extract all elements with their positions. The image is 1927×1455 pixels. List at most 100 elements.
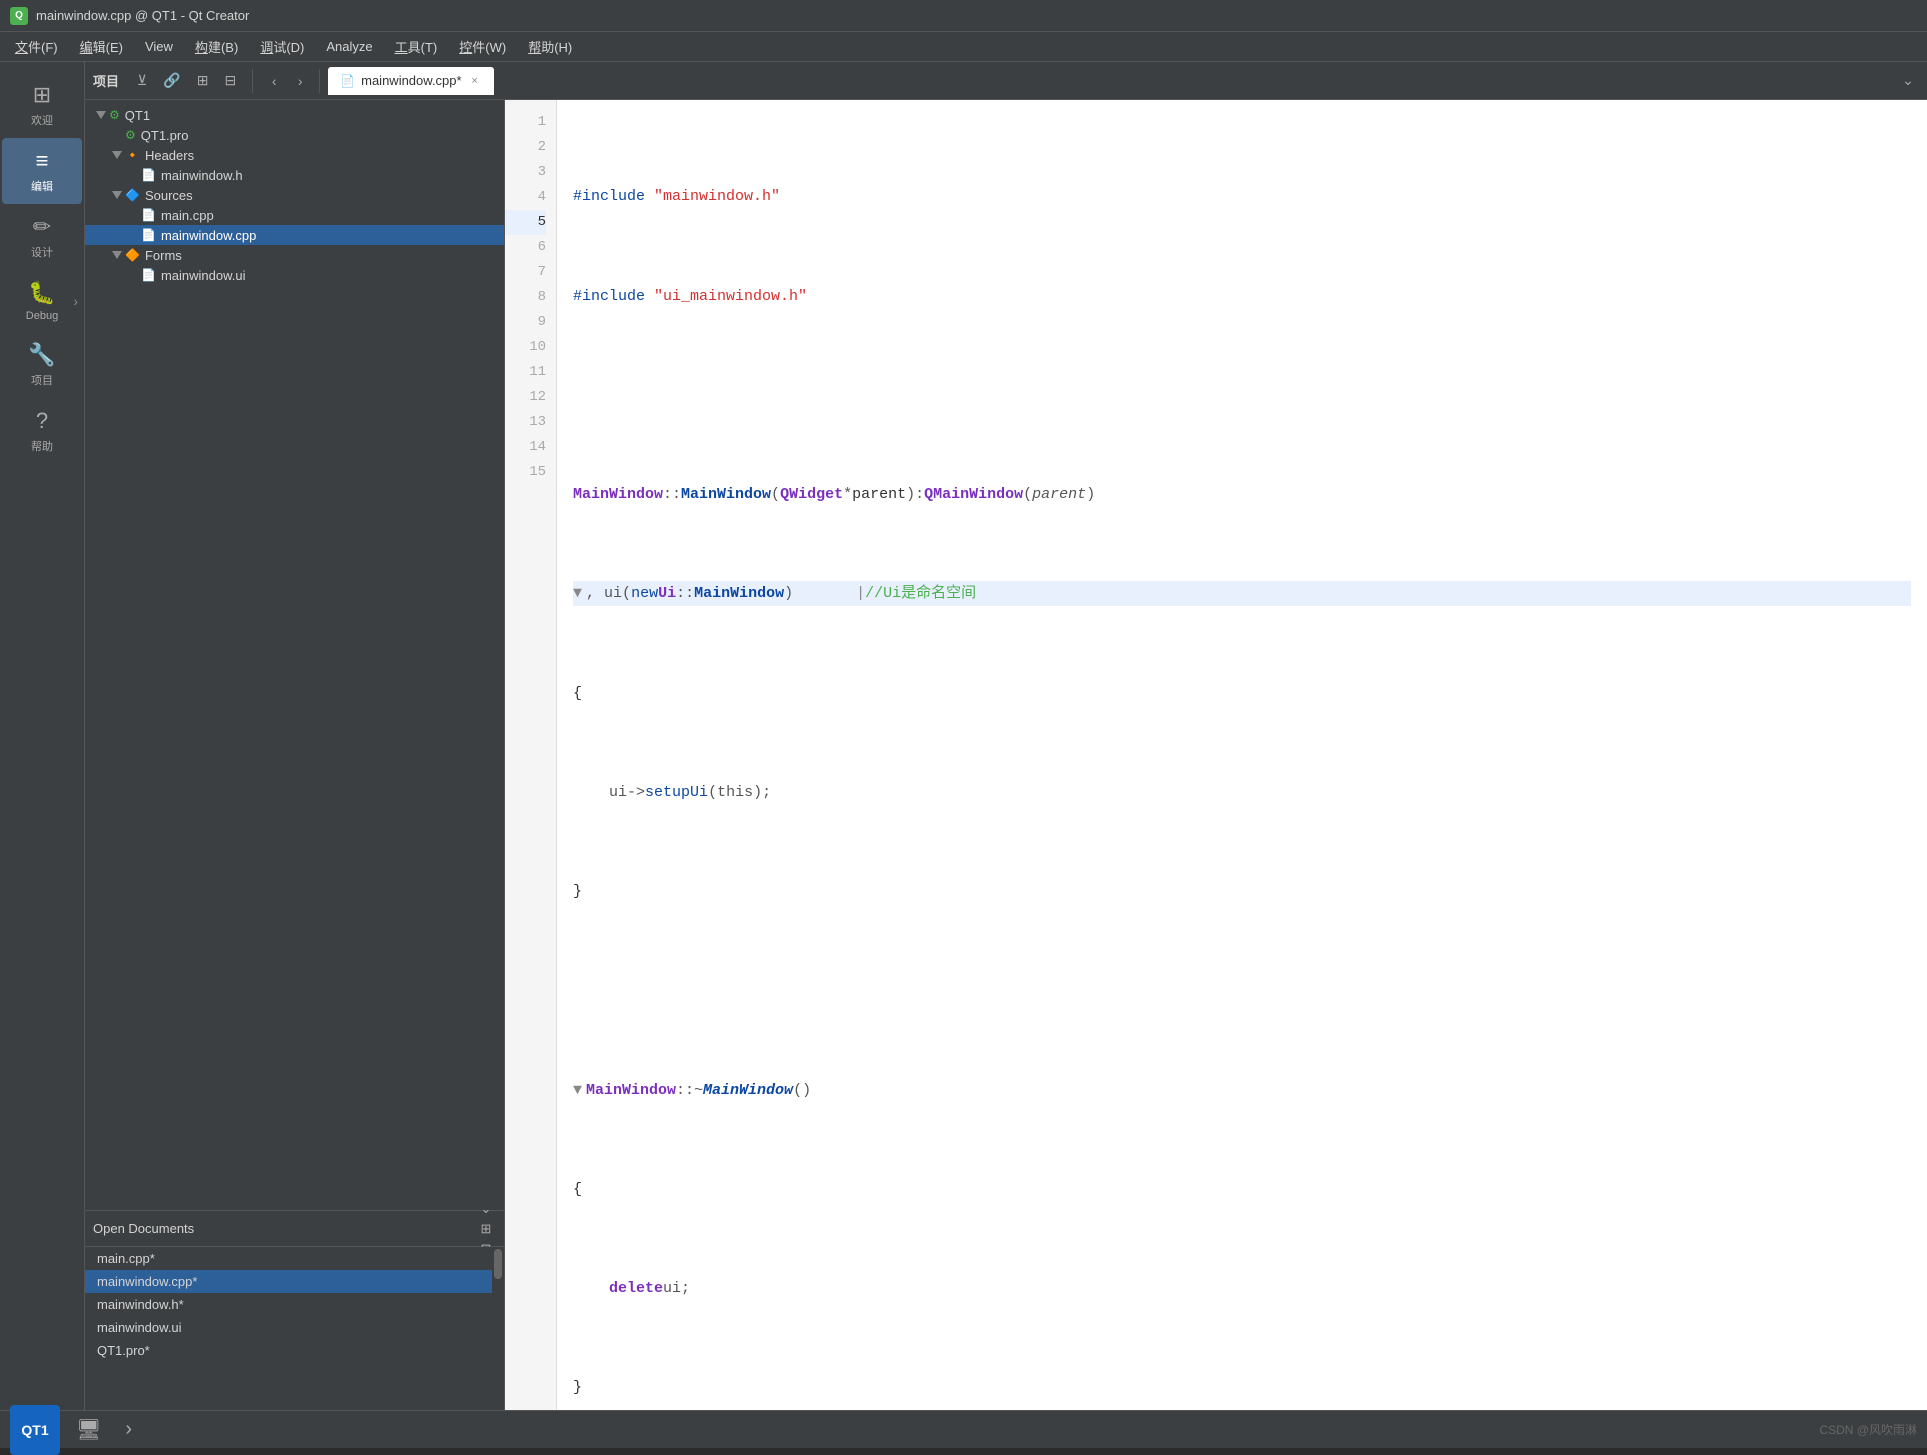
sidebar-label-design: 设计 — [31, 244, 53, 260]
qt1-badge-label: QT1 — [21, 1422, 48, 1438]
tree-item-qt1pro[interactable]: ⚙ QT1.pro — [85, 125, 504, 145]
tree-label-qt1: QT1 — [125, 108, 150, 123]
sidebar-item-help[interactable]: ? 帮助 — [2, 398, 82, 464]
editor-area: 1 2 3 4 5 6 7 8 9 10 11 12 13 14 — [505, 100, 1927, 1410]
line-numbers: 1 2 3 4 5 6 7 8 9 10 11 12 13 14 — [505, 100, 557, 1410]
tree-item-mainwindow-h[interactable]: 📄 mainwindow.h — [85, 165, 504, 185]
tree-item-mainwindow-ui[interactable]: 📄 mainwindow.ui — [85, 265, 504, 285]
menu-tools[interactable]: 工具(T) — [385, 33, 448, 60]
tree-label-mainwindow-cpp: mainwindow.cpp — [161, 228, 256, 243]
design-icon: ✏ — [33, 214, 51, 240]
code-line-12: delete ui; — [573, 1276, 1911, 1301]
sidebar-label-edit: 编辑 — [31, 178, 53, 194]
menu-debug[interactable]: 调试(D) — [250, 33, 314, 60]
docs-scrollbar[interactable] — [492, 1247, 504, 1410]
project-tree: ⚙ QT1 ⚙ QT1.pro 🔸 H — [85, 100, 504, 1210]
panel-area: 项目 ⊻ 🔗 ⊞ ⊟ ‹ › 📄 mainwindow.cpp* × ⌄ — [85, 62, 1927, 1410]
toolbar-link-btn[interactable]: 🔗 — [157, 69, 186, 92]
code-line-6: { — [573, 681, 1911, 706]
bottom-left: QT1 🖥 › — [10, 1405, 140, 1455]
menu-file[interactable]: 文件(F) — [5, 33, 68, 60]
toolbar-filter-btn[interactable]: ⊻ — [131, 69, 153, 92]
code-line-8: } — [573, 879, 1911, 904]
qt1-badge[interactable]: QT1 — [10, 1405, 60, 1455]
code-line-2: #include "ui_mainwindow.h" — [573, 284, 1911, 309]
tab-nav-next[interactable]: › — [289, 70, 311, 92]
menu-edit[interactable]: 编辑(E) — [70, 33, 133, 60]
tree-label-main-cpp: main.cpp — [161, 208, 214, 223]
app-icon-label: Q — [15, 10, 23, 21]
tree-arrow-headers — [109, 147, 125, 163]
open-docs-panel: Open Documents ⌄ ⊞ ⊟ main.cpp* mainwindo… — [85, 1210, 504, 1410]
sidebar-label-debug: Debug — [26, 310, 58, 322]
doc-item-mainwindow-cpp[interactable]: mainwindow.cpp* — [85, 1270, 504, 1293]
tree-item-main-cpp[interactable]: 📄 main.cpp — [85, 205, 504, 225]
mainwindow-cpp-icon: 📄 — [141, 228, 156, 242]
line10-arrow: ▼ — [573, 1078, 582, 1103]
tab-nav-prev[interactable]: ‹ — [263, 70, 285, 92]
tree-item-sources[interactable]: 🔷 Sources — [85, 185, 504, 205]
tree-label-forms: Forms — [145, 248, 182, 263]
welcome-icon: ⊞ — [33, 82, 51, 108]
code-line-7: ui->setupUi(this); — [573, 780, 1911, 805]
headers-icon: 🔸 — [125, 148, 140, 162]
line-num-10: 10 — [505, 335, 546, 360]
tree-item-qt1[interactable]: ⚙ QT1 — [85, 105, 504, 125]
line-num-12: 12 — [505, 385, 546, 410]
tree-arrow-qt1 — [93, 107, 109, 123]
sidebar-label-help: 帮助 — [31, 438, 53, 454]
code-line-3 — [573, 383, 1911, 408]
line-num-15: 15 — [505, 460, 546, 485]
doc-label-main-cpp: main.cpp* — [97, 1251, 155, 1266]
line-num-5: 5 — [505, 210, 546, 235]
doc-item-mainwindow-h[interactable]: mainwindow.h* — [85, 1293, 504, 1316]
line-num-14: 14 — [505, 435, 546, 460]
doc-item-main-cpp[interactable]: main.cpp* — [85, 1247, 504, 1270]
bottom-arrow-btn[interactable]: › — [117, 1414, 140, 1445]
qt1pro-icon: ⚙ — [125, 128, 136, 142]
menu-analyze[interactable]: Analyze — [316, 35, 382, 58]
menu-build[interactable]: 构建(B) — [185, 33, 248, 60]
line-num-2: 2 — [505, 135, 546, 160]
tree-label-mainwindow-ui: mainwindow.ui — [161, 268, 246, 283]
panel-toolbar-title: 项目 — [93, 71, 119, 90]
line-num-6: 6 — [505, 235, 546, 260]
debug-icon: 🐛 — [28, 280, 55, 306]
edit-icon: ≡ — [36, 148, 49, 174]
bottom-monitor-btn[interactable]: 🖥 — [68, 1413, 109, 1446]
code-editor[interactable]: 1 2 3 4 5 6 7 8 9 10 11 12 13 14 — [505, 100, 1927, 1410]
menu-help[interactable]: 帮助(H) — [518, 33, 582, 60]
docs-scrollbar-thumb[interactable] — [494, 1249, 502, 1279]
toolbar-collapse-btn[interactable]: ⊟ — [218, 69, 242, 92]
tree-label-mainwindow-h: mainwindow.h — [161, 168, 243, 183]
tree-arrow-mainwindow-h — [125, 167, 141, 183]
tab-options-btn[interactable]: ⌄ — [1897, 70, 1919, 92]
sidebar-item-debug[interactable]: 🐛 Debug — [2, 270, 82, 332]
code-content[interactable]: #include "mainwindow.h" #include "ui_mai… — [557, 100, 1927, 1410]
open-docs-ctrl-split[interactable]: ⊞ — [476, 1219, 496, 1239]
tree-item-mainwindow-cpp[interactable]: 📄 mainwindow.cpp — [85, 225, 504, 245]
menu-view[interactable]: View — [135, 35, 183, 58]
title-bar: Q mainwindow.cpp @ QT1 - Qt Creator — [0, 0, 1927, 32]
line-num-4: 4 — [505, 185, 546, 210]
sidebar-item-edit[interactable]: ≡ 编辑 — [2, 138, 82, 204]
doc-item-mainwindow-ui[interactable]: mainwindow.ui — [85, 1316, 504, 1339]
toolbar-expand-btn[interactable]: ⊞ — [191, 69, 215, 92]
sidebar-item-projects[interactable]: 🔧 项目 — [2, 332, 82, 398]
app-icon: Q — [10, 7, 28, 25]
tree-item-forms[interactable]: 🔶 Forms — [85, 245, 504, 265]
editor-tab-mainwindow-cpp[interactable]: 📄 mainwindow.cpp* × — [328, 67, 493, 95]
sidebar-item-design[interactable]: ✏ 设计 — [2, 204, 82, 270]
tree-arrow-mainwindow-ui — [125, 267, 141, 283]
sidebar-item-welcome[interactable]: ⊞ 欢迎 — [2, 72, 82, 138]
open-docs-header: Open Documents ⌄ ⊞ ⊟ — [85, 1211, 504, 1247]
line-num-3: 3 — [505, 160, 546, 185]
doc-item-qt1pro[interactable]: QT1.pro* — [85, 1339, 504, 1362]
line-num-8: 8 — [505, 285, 546, 310]
tab-close-btn[interactable]: × — [468, 74, 482, 88]
tree-label-qt1pro: QT1.pro — [141, 128, 189, 143]
open-docs-ctrl-dropdown[interactable]: ⌄ — [476, 1199, 496, 1219]
menu-widgets[interactable]: 控件(W) — [449, 33, 516, 60]
tree-item-headers[interactable]: 🔸 Headers — [85, 145, 504, 165]
tree-label-headers: Headers — [145, 148, 194, 163]
